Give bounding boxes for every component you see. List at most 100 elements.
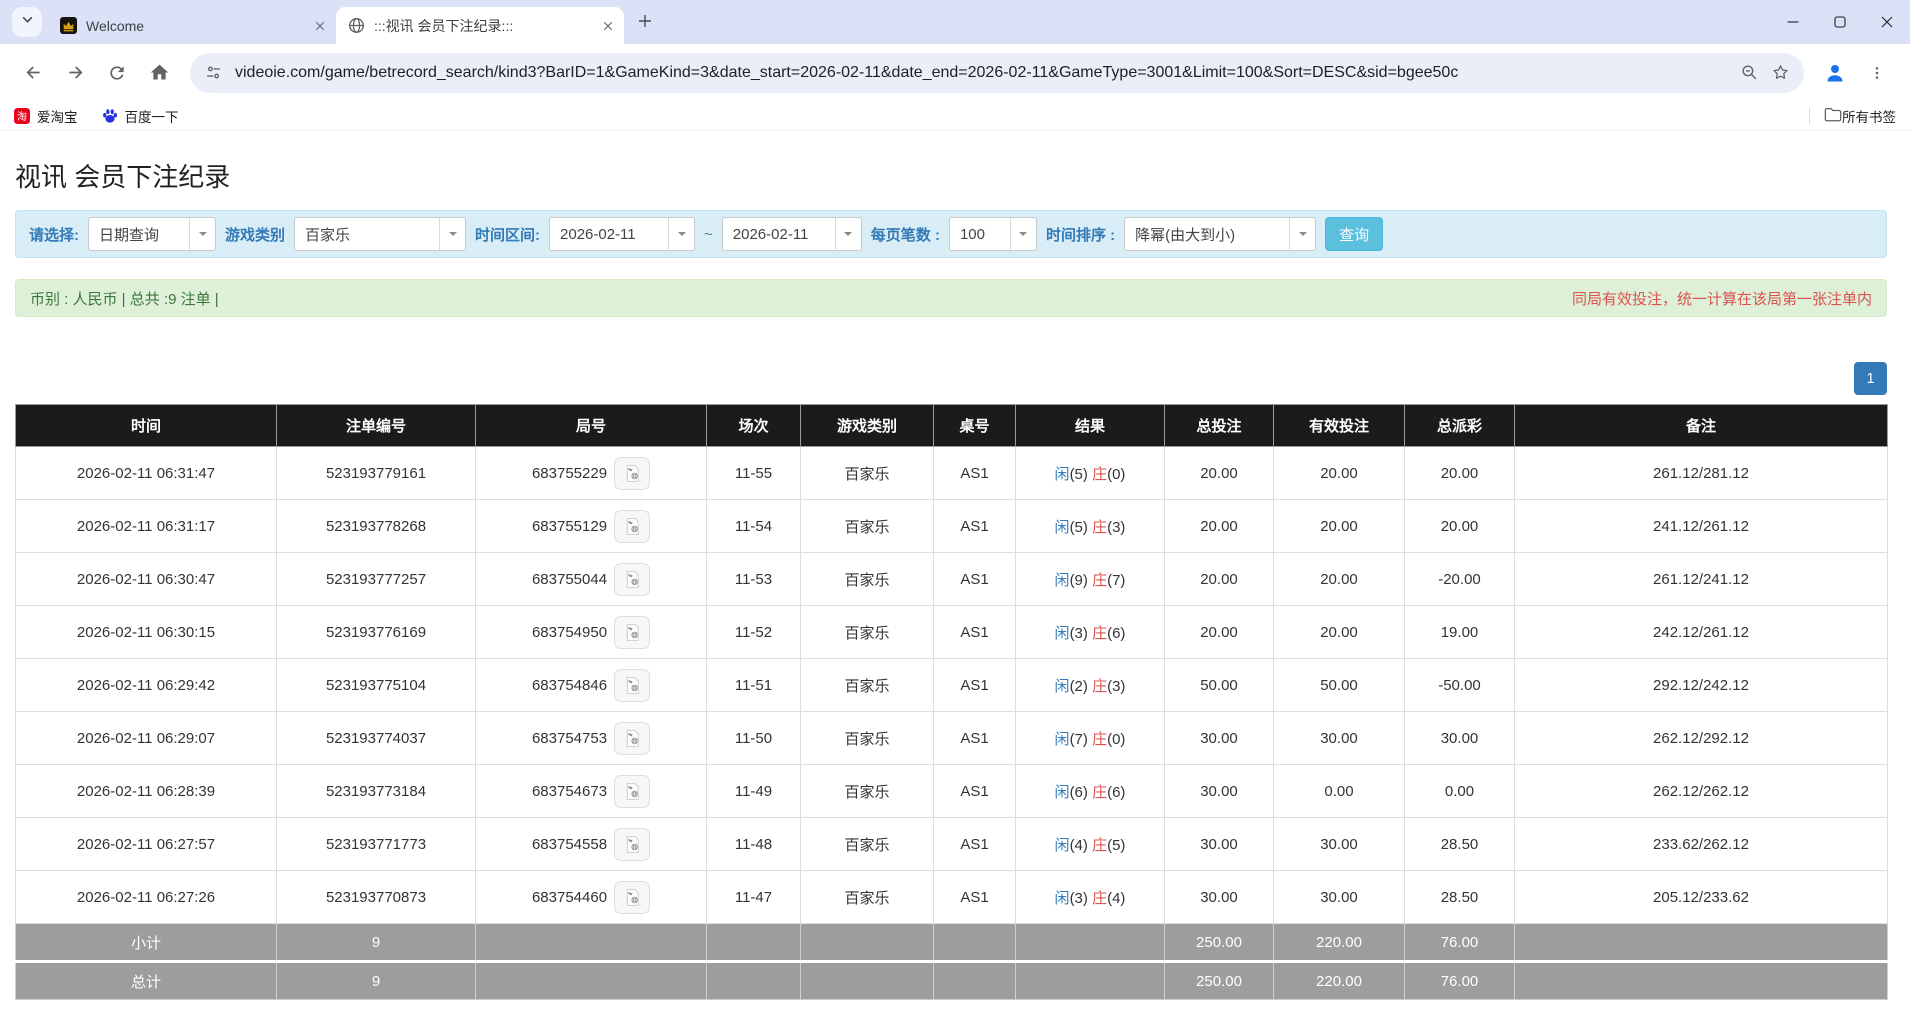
date-end-select[interactable]: 2026-02-11 xyxy=(722,217,862,251)
banker-result-score: (0) xyxy=(1107,731,1125,748)
bookmarks-bar: 淘 爱淘宝 百度一下 所有书签 xyxy=(0,101,1910,131)
cell-total-bet[interactable]: 30.00 xyxy=(1165,818,1274,871)
cell-time: 2026-02-11 06:30:15 xyxy=(16,606,277,659)
cell-total-bet[interactable]: 20.00 xyxy=(1165,447,1274,500)
page-content: 视讯 会员下注纪录 请选择: 日期查询 游戏类别 百家乐 时间区间: 2026-… xyxy=(0,157,1910,1000)
video-replay-button[interactable] xyxy=(614,828,650,861)
select-arrow-icon[interactable] xyxy=(668,218,694,250)
video-file-icon xyxy=(623,676,642,695)
search-button[interactable]: 查询 xyxy=(1325,217,1383,251)
cell-total-bet[interactable]: 20.00 xyxy=(1165,606,1274,659)
cell-total-bet[interactable]: 50.00 xyxy=(1165,659,1274,712)
chevron-down-icon xyxy=(21,13,34,31)
bookmark-star-icon[interactable] xyxy=(1771,63,1790,82)
cell-payout: 20.00 xyxy=(1405,500,1515,553)
tab-title: :::视讯 会员下注纪录::: xyxy=(374,16,593,36)
player-result-score: (4) xyxy=(1070,837,1088,854)
video-replay-button[interactable] xyxy=(614,563,650,596)
cell-table-no: AS1 xyxy=(934,500,1016,553)
cell-note: 262.12/292.12 xyxy=(1515,712,1888,765)
cell-note: 205.12/233.62 xyxy=(1515,871,1888,924)
address-bar[interactable]: videoie.com/game/betrecord_search/kind3?… xyxy=(190,53,1804,93)
col-total-bet: 总投注 xyxy=(1165,405,1274,447)
tab-search-button[interactable] xyxy=(12,7,42,37)
video-replay-button[interactable] xyxy=(614,775,650,808)
banker-result-score: (5) xyxy=(1107,837,1125,854)
banker-result-score: (7) xyxy=(1107,572,1125,589)
cell-note: 261.12/281.12 xyxy=(1515,447,1888,500)
back-button[interactable] xyxy=(15,55,51,91)
cell-bet-id: 523193770873 xyxy=(277,871,476,924)
close-window-button[interactable] xyxy=(1863,0,1910,44)
pagination: 1 xyxy=(15,362,1887,395)
video-replay-button[interactable] xyxy=(614,722,650,755)
table-row: 2026-02-11 06:31:47 523193779161 6837552… xyxy=(16,447,1888,500)
select-arrow-icon[interactable] xyxy=(439,218,465,250)
tab-close-icon[interactable] xyxy=(311,17,328,34)
select-arrow-icon[interactable] xyxy=(1010,218,1036,250)
sort-select[interactable]: 降幂(由大到小) xyxy=(1124,217,1316,251)
col-round: 局号 xyxy=(476,405,707,447)
zoom-icon[interactable] xyxy=(1740,63,1759,82)
cell-total-bet[interactable]: 30.00 xyxy=(1165,765,1274,818)
all-bookmarks[interactable]: 所有书签 xyxy=(1809,106,1896,126)
cell-total-bet[interactable]: 20.00 xyxy=(1165,553,1274,606)
sort-label: 时间排序 : xyxy=(1046,224,1115,245)
cell-result: 闲(7) 庄(0) xyxy=(1016,712,1165,765)
video-file-icon xyxy=(623,464,642,483)
date-start-select[interactable]: 2026-02-11 xyxy=(549,217,695,251)
query-type-select[interactable]: 日期查询 xyxy=(88,217,216,251)
banker-result-label: 庄 xyxy=(1092,572,1107,589)
banker-result-score: (0) xyxy=(1107,466,1125,483)
banker-result-score: (6) xyxy=(1107,625,1125,642)
video-replay-button[interactable] xyxy=(614,457,650,490)
video-replay-button[interactable] xyxy=(614,616,650,649)
cell-total-bet[interactable]: 20.00 xyxy=(1165,500,1274,553)
refresh-button[interactable] xyxy=(99,55,135,91)
forward-button[interactable] xyxy=(57,55,93,91)
page-1-button[interactable]: 1 xyxy=(1854,362,1887,395)
per-page-select[interactable]: 100 xyxy=(949,217,1037,251)
player-result-score: (6) xyxy=(1070,784,1088,801)
maximize-button[interactable] xyxy=(1816,0,1863,44)
cell-total-bet[interactable]: 30.00 xyxy=(1165,871,1274,924)
col-time: 时间 xyxy=(16,405,277,447)
minimize-button[interactable] xyxy=(1769,0,1816,44)
url-text[interactable]: videoie.com/game/betrecord_search/kind3?… xyxy=(235,64,1728,82)
bookmark-taobao[interactable]: 淘 爱淘宝 xyxy=(14,106,78,126)
globe-icon xyxy=(348,17,365,34)
game-kind-value: 百家乐 xyxy=(295,224,439,245)
video-replay-button[interactable] xyxy=(614,669,650,702)
cell-valid-bet: 30.00 xyxy=(1274,712,1405,765)
home-button[interactable] xyxy=(141,55,177,91)
page-title: 视讯 会员下注纪录 xyxy=(15,157,1910,194)
bookmark-baidu[interactable]: 百度一下 xyxy=(102,106,179,126)
cell-bet-id: 523193774037 xyxy=(277,712,476,765)
video-replay-button[interactable] xyxy=(614,881,650,914)
col-result: 结果 xyxy=(1016,405,1165,447)
tab-welcome[interactable]: Welcome xyxy=(48,7,336,44)
select-arrow-icon[interactable] xyxy=(835,218,861,250)
forward-arrow-icon xyxy=(65,62,86,83)
site-settings-icon[interactable] xyxy=(204,63,223,82)
back-arrow-icon xyxy=(23,62,44,83)
select-arrow-icon[interactable] xyxy=(189,218,215,250)
browser-menu-button[interactable] xyxy=(1859,55,1895,91)
select-arrow-icon[interactable] xyxy=(1289,218,1315,250)
cell-round: 683754558 xyxy=(476,818,707,871)
new-tab-button[interactable] xyxy=(630,7,660,37)
game-kind-select[interactable]: 百家乐 xyxy=(294,217,466,251)
cell-note: 233.62/262.12 xyxy=(1515,818,1888,871)
profile-button[interactable] xyxy=(1817,55,1853,91)
toolbar-right xyxy=(1814,55,1898,91)
cell-bet-id: 523193778268 xyxy=(277,500,476,553)
banker-result-score: (4) xyxy=(1107,890,1125,907)
video-replay-button[interactable] xyxy=(614,510,650,543)
cell-total-bet[interactable]: 30.00 xyxy=(1165,712,1274,765)
tab-bet-record[interactable]: :::视讯 会员下注纪录::: xyxy=(336,7,624,44)
total-payout: 76.00 xyxy=(1405,962,1515,1000)
tab-close-icon[interactable] xyxy=(599,17,616,34)
video-file-icon xyxy=(623,623,642,642)
banker-result-label: 庄 xyxy=(1092,731,1107,748)
cell-bet-id: 523193775104 xyxy=(277,659,476,712)
